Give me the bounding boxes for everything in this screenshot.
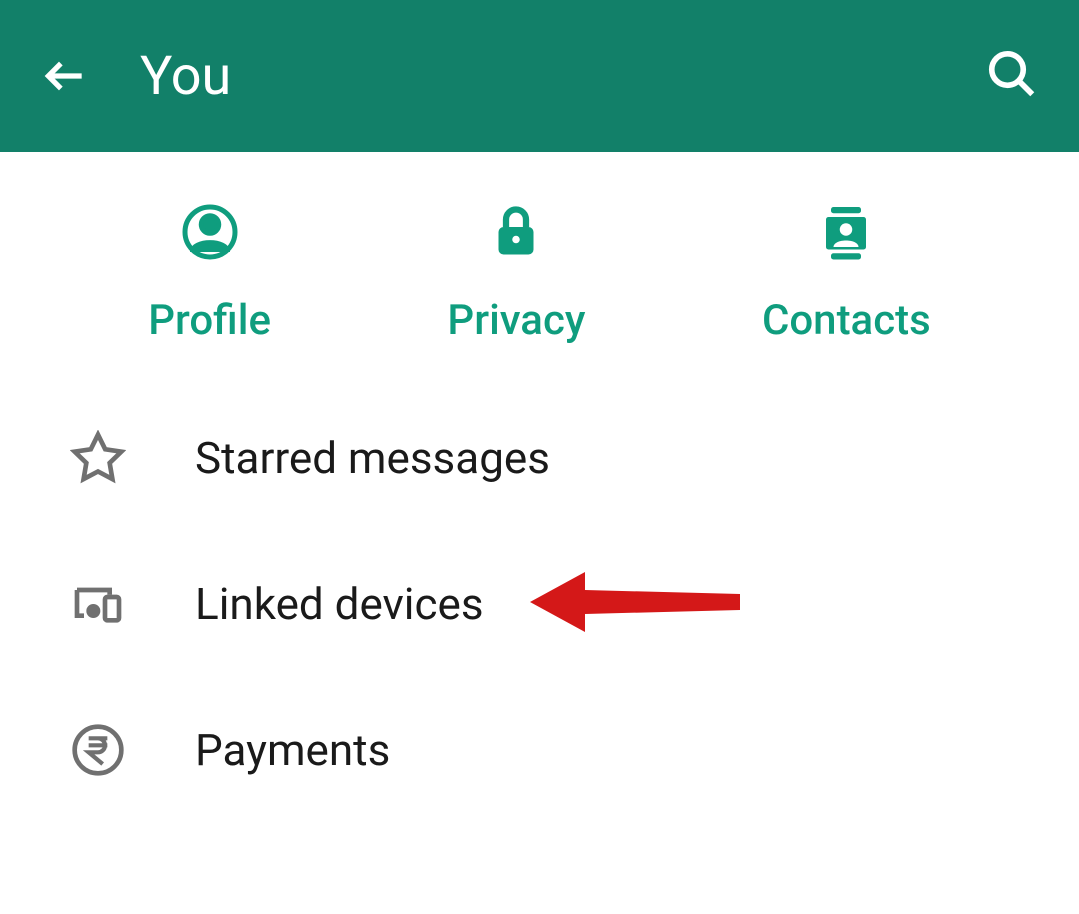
contacts-label: Contacts [762, 296, 931, 345]
annotation-arrow-icon [530, 562, 750, 646]
search-button[interactable] [985, 47, 1039, 105]
arrow-left-icon [40, 51, 90, 101]
contacts-icon [816, 202, 876, 266]
quick-actions-row: Profile Privacy Contacts [0, 152, 1079, 385]
privacy-label: Privacy [447, 296, 585, 345]
linked-devices-label: Linked devices [195, 578, 484, 630]
profile-action[interactable]: Profile [148, 202, 271, 345]
search-icon [985, 47, 1039, 101]
payments-label: Payments [195, 724, 390, 776]
profile-label: Profile [148, 296, 271, 345]
app-header: You [0, 0, 1079, 152]
profile-icon [180, 202, 240, 266]
star-icon [70, 430, 130, 486]
privacy-action[interactable]: Privacy [447, 202, 585, 345]
payments-item[interactable]: Payments [0, 677, 1079, 823]
starred-messages-label: Starred messages [195, 432, 550, 484]
devices-icon [70, 576, 130, 632]
page-title: You [140, 45, 231, 108]
contacts-action[interactable]: Contacts [762, 202, 931, 345]
settings-list: Starred messages Linked devices Payments [0, 385, 1079, 823]
back-button[interactable] [40, 51, 90, 101]
lock-icon [486, 202, 546, 266]
linked-devices-item[interactable]: Linked devices [0, 531, 1079, 677]
starred-messages-item[interactable]: Starred messages [0, 385, 1079, 531]
rupee-icon [70, 722, 130, 778]
